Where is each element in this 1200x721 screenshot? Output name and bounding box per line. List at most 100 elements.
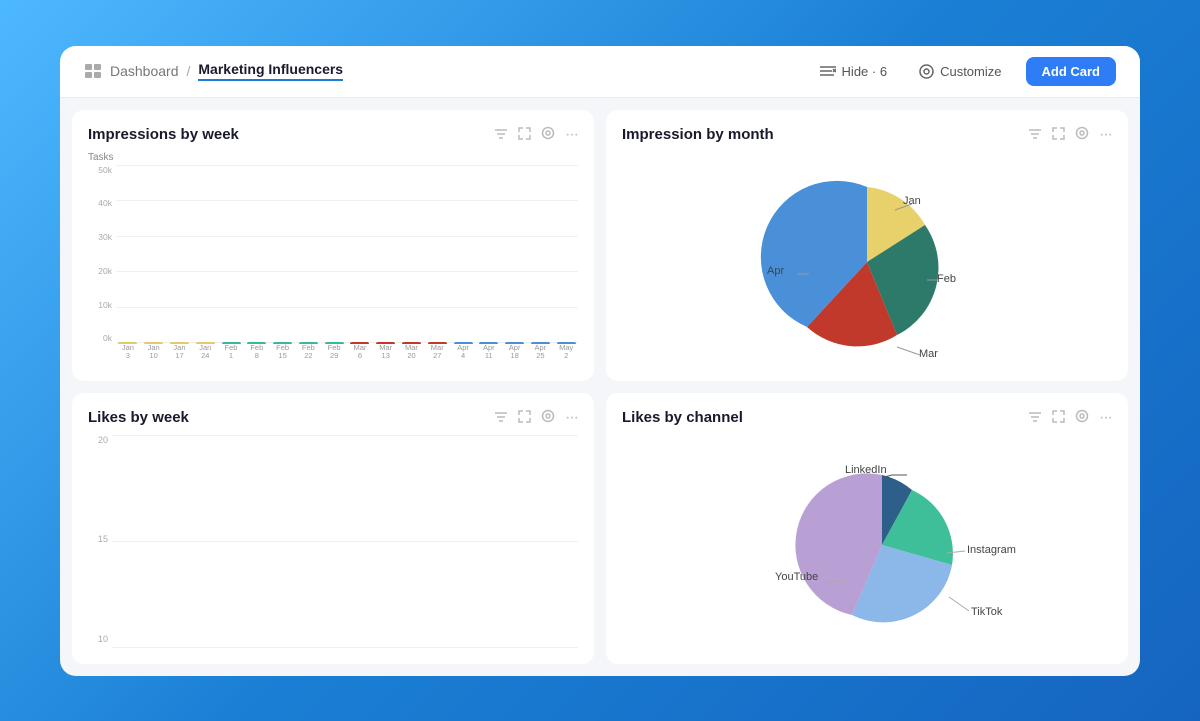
- more-icon[interactable]: ···: [565, 409, 578, 427]
- filter-icon[interactable]: [1028, 127, 1042, 143]
- x-tick: Jan 24: [193, 344, 217, 362]
- bar: [505, 342, 524, 344]
- x-tick: Mar 27: [425, 344, 449, 362]
- bar-group: [296, 342, 320, 344]
- bar-group: [554, 342, 578, 344]
- more-icon[interactable]: ···: [1099, 409, 1112, 427]
- pie-label-jan: Jan: [903, 195, 921, 207]
- bar-group: [425, 342, 449, 344]
- pie-label-linkedin: LinkedIn: [845, 464, 887, 476]
- card-actions: ···: [1028, 126, 1112, 144]
- card-actions: ···: [494, 409, 578, 427]
- filter-icon[interactable]: [494, 410, 508, 426]
- bar-group: [142, 342, 166, 344]
- pie-label-instagram: Instagram: [967, 544, 1016, 556]
- bar: [196, 342, 215, 344]
- customize-button[interactable]: Customize: [911, 60, 1009, 83]
- card-header: Likes by channel ···: [622, 409, 1112, 427]
- customize-label: Customize: [940, 64, 1001, 79]
- bar: [170, 342, 189, 344]
- bar-group: [451, 342, 475, 344]
- card-title: Likes by channel: [622, 409, 743, 426]
- impressions-by-week-card: Impressions by week ··· Tasks: [72, 110, 594, 381]
- bar-group: [245, 342, 269, 344]
- more-icon[interactable]: ···: [1099, 126, 1112, 144]
- hide-button[interactable]: Hide · 6: [812, 60, 896, 83]
- x-axis: Jan 3Jan 10Jan 17Jan 24Feb 1Feb 8Feb 15F…: [116, 344, 578, 362]
- settings-icon[interactable]: [1075, 126, 1089, 143]
- pie-svg-2: LinkedIn Instagram TikTok YouTube: [697, 435, 1037, 655]
- likes-by-channel-card: Likes by channel ···: [606, 393, 1128, 664]
- expand-icon[interactable]: [518, 127, 531, 143]
- pie-chart-area: Jan Feb Mar Apr: [622, 152, 1112, 372]
- pie-label-apr: Apr: [767, 265, 784, 277]
- card-title: Impression by month: [622, 126, 774, 143]
- expand-icon[interactable]: [518, 410, 531, 426]
- bar-group: [477, 342, 501, 344]
- bar: [454, 342, 473, 344]
- bar-group: [400, 342, 424, 344]
- pie-label-feb: Feb: [937, 273, 956, 285]
- card-header: Impression by month ···: [622, 126, 1112, 144]
- x-tick: Feb 15: [271, 344, 295, 362]
- bar: [428, 342, 447, 344]
- x-tick: Feb 29: [322, 344, 346, 362]
- bar: [402, 342, 421, 344]
- settings-icon[interactable]: [541, 126, 555, 143]
- pie-line-mar: [897, 347, 920, 355]
- x-tick: Mar 6: [348, 344, 372, 362]
- top-bar-actions: Hide · 6 Customize Add Card: [812, 57, 1116, 86]
- x-tick: Feb 22: [296, 344, 320, 362]
- bar: [222, 342, 241, 344]
- filter-icon[interactable]: [494, 127, 508, 143]
- more-icon[interactable]: ···: [565, 126, 578, 144]
- top-bar: Dashboard / Marketing Influencers Hide ·…: [60, 46, 1140, 98]
- breadcrumb-current: Marketing Influencers: [198, 61, 343, 81]
- pie-label-youtube: YouTube: [775, 571, 818, 583]
- bar-group: [322, 342, 346, 344]
- bar-group: [168, 342, 192, 344]
- filter-icon[interactable]: [1028, 410, 1042, 426]
- x-tick: Apr 18: [503, 344, 527, 362]
- bar: [479, 342, 498, 344]
- impression-by-month-card: Impression by month ···: [606, 110, 1128, 381]
- pie-chart-area-2: LinkedIn Instagram TikTok YouTube: [622, 435, 1112, 655]
- breadcrumb: Dashboard / Marketing Influencers: [84, 61, 343, 81]
- bar: [531, 342, 550, 344]
- bar-chart-area: Tasks 50k 40k 30k 20k 10k 0k: [88, 152, 578, 365]
- bar-group: [503, 342, 527, 344]
- bar-group: [271, 342, 295, 344]
- card-actions: ···: [1028, 409, 1112, 427]
- settings-icon[interactable]: [1075, 409, 1089, 426]
- cards-grid: Impressions by week ··· Tasks: [60, 98, 1140, 676]
- x-tick: Apr 4: [451, 344, 475, 362]
- x-tick: Mar 20: [400, 344, 424, 362]
- stacked-bars-container: [112, 435, 578, 648]
- card-header: Impressions by week ···: [88, 126, 578, 144]
- stacked-bar-chart-area: 20 15 10: [88, 435, 578, 648]
- pie-label-tiktok: TikTok: [971, 606, 1003, 618]
- pie-svg: Jan Feb Mar Apr: [707, 152, 1027, 372]
- breadcrumb-dashboard[interactable]: Dashboard: [110, 63, 179, 79]
- bar: [376, 342, 395, 344]
- x-tick: Jan 10: [142, 344, 166, 362]
- add-card-button[interactable]: Add Card: [1026, 57, 1117, 86]
- dashboard-icon: [84, 64, 102, 78]
- bar: [325, 342, 344, 344]
- x-tick: Feb 1: [219, 344, 243, 362]
- bar-group: [116, 342, 140, 344]
- likes-by-week-card: Likes by week ··· 20 15 10: [72, 393, 594, 664]
- x-tick: Jan 17: [168, 344, 192, 362]
- bar: [299, 342, 318, 344]
- bar-group: [348, 342, 372, 344]
- x-tick: Mar 13: [374, 344, 398, 362]
- bar-group: [193, 342, 217, 344]
- expand-icon[interactable]: [1052, 127, 1065, 143]
- bar: [144, 342, 163, 344]
- card-title: Impressions by week: [88, 126, 239, 143]
- expand-icon[interactable]: [1052, 410, 1065, 426]
- settings-icon[interactable]: [541, 409, 555, 426]
- x-tick: Apr 11: [477, 344, 501, 362]
- card-header: Likes by week ···: [88, 409, 578, 427]
- card-actions: ···: [494, 126, 578, 144]
